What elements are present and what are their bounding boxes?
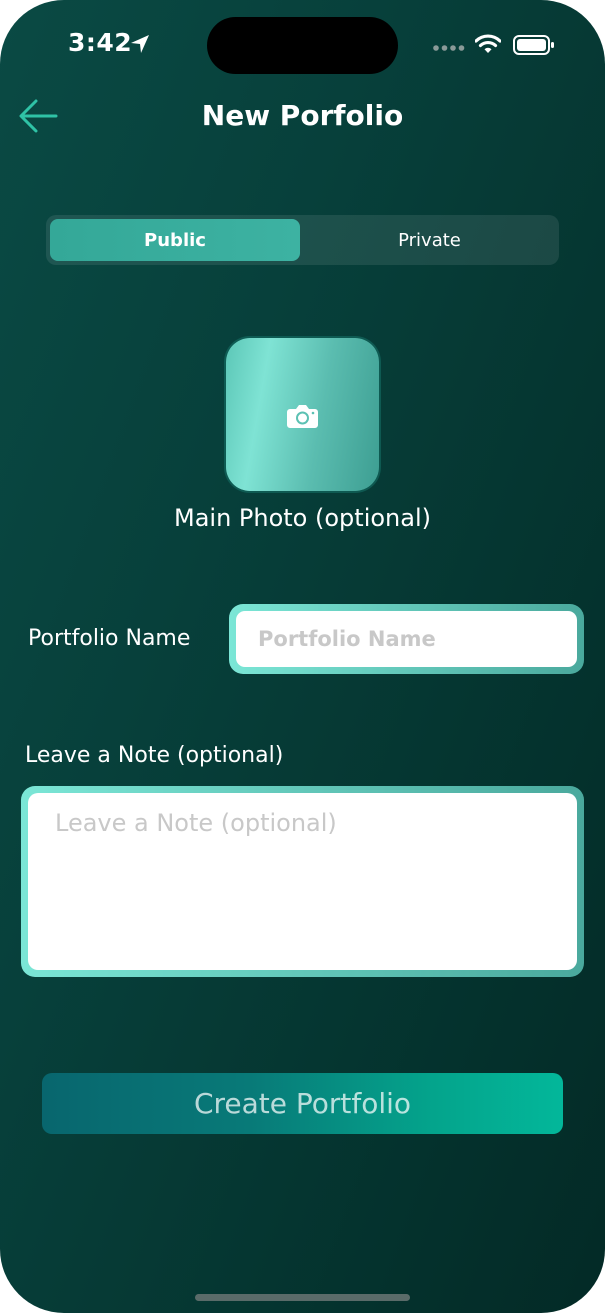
location-arrow-icon: [131, 35, 149, 53]
segment-private[interactable]: Private: [304, 219, 555, 261]
app-screen: 3:42 New Porfolio Public Private Main Ph…: [0, 0, 605, 1313]
segment-public[interactable]: Public: [50, 219, 300, 261]
visibility-segmented-control: Public Private: [46, 215, 559, 265]
main-photo-button[interactable]: [226, 338, 379, 491]
wifi-icon: [475, 34, 501, 53]
note-textarea[interactable]: [28, 793, 577, 970]
note-label: Leave a Note (optional): [25, 743, 284, 768]
portfolio-name-field-frame: [229, 604, 584, 674]
main-photo-label: Main Photo (optional): [173, 504, 431, 532]
dynamic-island: [207, 17, 398, 74]
status-time: 3:42: [68, 28, 133, 57]
signal-dots-icon: [433, 45, 465, 51]
page-title: New Porfolio: [201, 99, 404, 132]
create-portfolio-button[interactable]: Create Portfolio: [42, 1073, 563, 1134]
camera-icon: [287, 405, 318, 428]
portfolio-name-label: Portfolio Name: [28, 626, 191, 651]
portfolio-name-input[interactable]: [236, 611, 577, 667]
battery-icon: [513, 35, 554, 55]
home-indicator: [195, 1294, 410, 1301]
note-field-frame: [21, 786, 584, 977]
